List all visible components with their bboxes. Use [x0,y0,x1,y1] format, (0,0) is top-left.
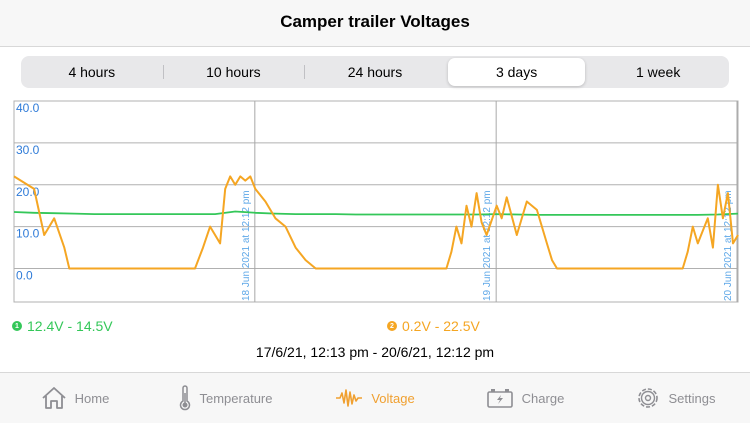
voltage-wave-icon [335,387,363,409]
y-tick-label: 40.0 [16,101,40,115]
series-1-badge: 1 [12,321,22,331]
tab-temperature-label: Temperature [199,390,273,406]
series-line-2 [13,175,739,270]
x-marker-label: 18 Jun 2021 at 12:12 pm [241,190,252,301]
tab-charge[interactable]: Charge [450,373,600,423]
plot-frame [13,100,739,303]
y-tick-label: 30.0 [16,143,40,157]
range-4-hours[interactable]: 4 hours [23,58,164,86]
nav-header: Camper trailer Voltages [0,0,750,47]
range-3-days[interactable]: 3 days [447,58,586,86]
tab-temperature[interactable]: Temperature [150,373,300,423]
battery-icon [486,387,514,409]
series-2-badge: 2 [387,321,397,331]
time-range-selector: 4 hours 10 hours 24 hours 3 days 1 week [21,56,729,88]
y-tick-label: 0.0 [16,269,33,283]
legend-series-2: 2 0.2V - 22.5V [387,318,480,334]
chart-svg: 40.030.020.010.00.0 18 Jun 2021 at 12:12 … [13,100,739,303]
legend-series-1: 1 12.4V - 14.5V [12,318,113,334]
page-title: Camper trailer Voltages [280,12,470,31]
voltage-chart[interactable]: 40.0 30.0 20.0 10.0 0.0 18 Jun 2021 at 12:12 … [0,100,750,304]
tab-voltage-label: Voltage [371,390,415,406]
thermometer-icon [178,385,192,411]
tab-home-label: Home [74,390,110,406]
range-1-week[interactable]: 1 week [589,58,727,86]
y-tick-label: 10.0 [16,227,40,241]
range-10-hours[interactable]: 10 hours [165,58,305,86]
date-range-label: 17/6/21, 12:13 pm - 20/6/21, 12:12 pm [255,344,495,360]
series-2-label: 0.2V - 22.5V [402,318,480,334]
gear-icon [635,385,661,411]
series-1-label: 12.4V - 14.5V [27,318,113,334]
tab-settings-label: Settings [668,390,716,406]
tab-voltage[interactable]: Voltage [300,373,450,423]
range-24-hours[interactable]: 24 hours [306,58,444,86]
tab-settings[interactable]: Settings [600,373,750,423]
home-icon [41,386,67,410]
tab-bar: Home Temperature Voltage Charge Settings [0,372,750,423]
tab-charge-label: Charge [521,390,565,406]
x-marker-label: 19 Jun 2021 at 12:12 pm [482,190,493,301]
tab-home[interactable]: Home [0,373,150,423]
series-line-1 [13,210,739,216]
